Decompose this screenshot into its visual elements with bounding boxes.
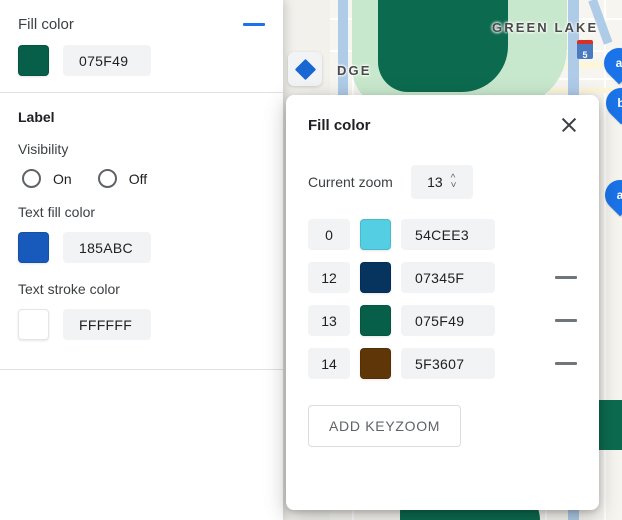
keyzoom-list: 0 54CEE3 12 07345F 13 075F49 14 5F3607 [286, 199, 599, 379]
keyzoom-hex-input[interactable]: 075F49 [401, 305, 495, 336]
map-pin-glyph: a [616, 188, 622, 202]
spinner-down-icon[interactable]: ˅ [451, 181, 457, 191]
current-zoom-stepper[interactable]: 13 ^ ˅ [410, 165, 473, 199]
fill-color-swatch[interactable] [18, 45, 49, 76]
keyzoom-level-input[interactable]: 14 [308, 348, 350, 379]
minus-icon[interactable] [243, 23, 265, 26]
map-water [338, 0, 348, 100]
keyzoom-level-input[interactable]: 0 [308, 219, 350, 250]
radio-visibility-on[interactable] [22, 169, 41, 188]
dialog-header: Fill color [286, 95, 599, 135]
fill-color-hex-input[interactable]: 075F49 [63, 45, 151, 76]
map-label-green-lake: GREEN LAKE [492, 20, 599, 35]
current-zoom-row: Current zoom 13 ^ ˅ [286, 135, 599, 199]
keyzoom-row: 0 54CEE3 [286, 219, 599, 250]
radio-visibility-off[interactable] [97, 169, 117, 188]
map-park-inner [378, 0, 508, 92]
highway-shield-icon: 5 [577, 40, 593, 60]
map-pin-glyph: b [617, 96, 622, 110]
keyzoom-hex-input[interactable]: 07345F [401, 262, 495, 293]
keyzoom-row: 13 075F49 [286, 305, 599, 336]
keyzoom-hex-input[interactable]: 5F3607 [401, 348, 495, 379]
keyzoom-remove-button[interactable] [555, 319, 577, 322]
text-fill-color-row: 185ABC [0, 220, 283, 279]
fill-color-dialog: Fill color Current zoom 13 ^ ˅ 0 54CEE3 [286, 95, 599, 510]
left-settings-panel: Fill color 075F49 Label Visibility On Of… [0, 0, 283, 520]
text-stroke-color-swatch[interactable] [18, 309, 49, 340]
text-fill-color-swatch[interactable] [18, 232, 49, 263]
visibility-radio-group: On Off [0, 157, 283, 188]
label-group-title: Label [18, 109, 55, 125]
map-park-inner-right [598, 400, 622, 450]
add-keyzoom-button[interactable]: ADD KEYZOOM [308, 405, 462, 447]
map-label-dge: DGE [337, 63, 372, 78]
keyzoom-level-input[interactable]: 13 [308, 305, 350, 336]
radio-label-on: On [53, 170, 72, 187]
fill-color-section: Fill color 075F49 [0, 0, 283, 92]
current-zoom-label: Current zoom [308, 174, 393, 190]
diamond-tool-button[interactable] [288, 52, 322, 86]
visibility-label: Visibility [18, 141, 69, 157]
text-stroke-color-row: FFFFFF [0, 297, 283, 356]
keyzoom-row: 12 07345F [286, 262, 599, 293]
keyzoom-row: 14 5F3607 [286, 348, 599, 379]
keyzoom-hex-input[interactable]: 54CEE3 [401, 219, 495, 250]
map-pin-glyph: a [615, 56, 622, 70]
fill-color-title: Fill color [18, 16, 74, 33]
keyzoom-color-swatch[interactable] [360, 219, 391, 250]
text-stroke-color-label: Text stroke color [18, 281, 120, 297]
keyzoom-level-input[interactable]: 12 [308, 262, 350, 293]
text-fill-color-label: Text fill color [18, 204, 96, 220]
keyzoom-color-swatch[interactable] [360, 262, 391, 293]
text-fill-color-hex-input[interactable]: 185ABC [63, 232, 151, 263]
keyzoom-remove-button[interactable] [555, 276, 577, 279]
fill-color-header: Fill color [0, 0, 283, 33]
keyzoom-color-swatch[interactable] [360, 348, 391, 379]
dialog-title: Fill color [308, 116, 371, 134]
label-section: Label Visibility On Off Text fill color … [0, 93, 283, 356]
keyzoom-remove-button[interactable] [555, 362, 577, 365]
close-icon[interactable] [559, 115, 579, 135]
highway-shield-number: 5 [582, 50, 588, 60]
fill-color-row: 075F49 [0, 33, 283, 92]
diamond-icon [294, 58, 316, 80]
panel-divider [0, 369, 283, 370]
app-root: 5 a b a GREEN LAKE DGE Fill color 075F49… [0, 0, 622, 520]
keyzoom-color-swatch[interactable] [360, 305, 391, 336]
zoom-spinner[interactable]: ^ ˅ [451, 174, 457, 191]
radio-label-off: Off [128, 170, 148, 187]
text-stroke-color-hex-input[interactable]: FFFFFF [63, 309, 151, 340]
current-zoom-value[interactable]: 13 [427, 174, 443, 190]
